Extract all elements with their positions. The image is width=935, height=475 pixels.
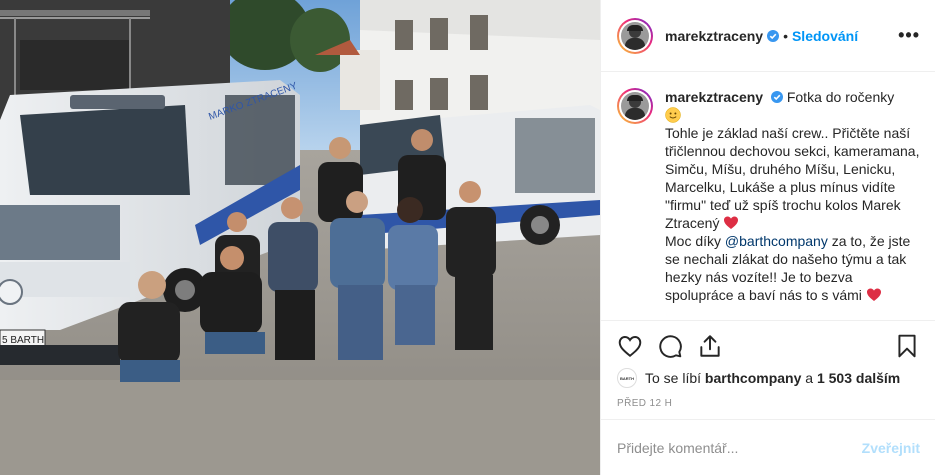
caption-avatar[interactable] bbox=[617, 88, 653, 124]
liker-avatar-label: BARTH bbox=[620, 375, 634, 381]
header-username[interactable]: marekztraceny bbox=[665, 28, 763, 44]
post-timestamp[interactable]: Před 12 h bbox=[617, 398, 672, 409]
following-button[interactable]: Sledování bbox=[792, 28, 858, 44]
post-side-panel: marekztraceny • Sledování ••• marekztrac… bbox=[600, 0, 935, 475]
post-comment-button[interactable]: Zveřejnit bbox=[862, 440, 920, 456]
post-photo[interactable]: 5 BARTH MARKO ZTRACENY bbox=[0, 0, 600, 475]
post-header: marekztraceny • Sledování ••• bbox=[601, 0, 935, 72]
likes-count[interactable]: 1 503 dalším bbox=[817, 370, 900, 386]
like-heart-icon[interactable] bbox=[617, 333, 643, 359]
post-actions-bar bbox=[601, 320, 935, 372]
van-license-plate: 5 BARTH bbox=[2, 335, 44, 346]
header-separator: • bbox=[783, 27, 788, 44]
smiling-face-emoji-icon bbox=[665, 107, 681, 123]
caption-title: Fotka do ročenky bbox=[786, 89, 895, 105]
liker-avatar[interactable]: BARTH bbox=[617, 368, 637, 388]
liker-username[interactable]: barthcompany bbox=[705, 370, 801, 386]
comment-input[interactable] bbox=[617, 439, 862, 456]
instagram-post: 5 BARTH MARKO ZTRACENY marekztraceny • S… bbox=[0, 0, 935, 475]
save-bookmark-icon[interactable] bbox=[894, 333, 920, 359]
red-heart-emoji-icon bbox=[724, 216, 739, 229]
verified-badge-icon bbox=[770, 91, 783, 103]
comment-bubble-icon[interactable] bbox=[657, 333, 683, 359]
likes-suffix: a bbox=[801, 370, 817, 386]
band-with-vans-photo: 5 BARTH MARKO ZTRACENY bbox=[0, 0, 600, 475]
share-upload-icon[interactable] bbox=[697, 333, 723, 359]
post-caption: marekztraceny Fotka do ročenky Tohle je … bbox=[617, 88, 922, 304]
likes-text[interactable]: To se líbí barthcompany a 1 503 dalším bbox=[645, 370, 900, 386]
red-heart-emoji-icon bbox=[866, 288, 881, 301]
avatar[interactable] bbox=[617, 17, 653, 54]
caption-body-2-prefix: Moc díky bbox=[665, 233, 725, 249]
likes-prefix: To se líbí bbox=[645, 370, 705, 386]
verified-badge-icon bbox=[767, 29, 780, 42]
caption-body-1: Tohle je základ naší crew.. Přičtěte naš… bbox=[665, 125, 920, 231]
caption-username[interactable]: marekztraceny bbox=[665, 89, 763, 105]
add-comment-bar: Zveřejnit bbox=[601, 419, 935, 475]
likes-summary: BARTH To se líbí barthcompany a 1 503 da… bbox=[617, 368, 900, 388]
more-options-icon[interactable]: ••• bbox=[898, 26, 920, 44]
caption-text: marekztraceny Fotka do ročenky Tohle je … bbox=[665, 88, 922, 304]
mention-link[interactable]: @barthcompany bbox=[725, 233, 828, 249]
